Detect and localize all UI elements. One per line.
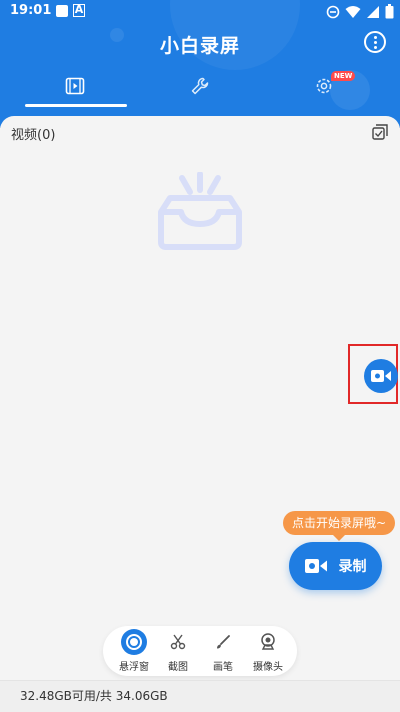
- empty-inbox-icon: [158, 172, 242, 250]
- tool-label: 截图: [168, 662, 188, 673]
- tab-tools[interactable]: [133, 64, 266, 108]
- more-options-button[interactable]: [364, 31, 386, 53]
- tool-brush[interactable]: 画笔: [200, 626, 246, 676]
- new-badge: NEW: [331, 71, 356, 81]
- floating-record-button[interactable]: [364, 359, 398, 393]
- tool-floating-window[interactable]: 悬浮窗: [111, 626, 157, 676]
- tab-bar: NEW: [0, 64, 400, 108]
- storage-info: 32.48GB可用/共 34.06GB: [0, 680, 400, 712]
- tab-settings[interactable]: NEW: [257, 64, 390, 108]
- record-hint-tooltip: 点击开始录屏哦~: [283, 511, 396, 541]
- camera-video-icon: [304, 559, 327, 573]
- tool-label: 悬浮窗: [119, 662, 149, 673]
- multi-select-icon[interactable]: [372, 124, 388, 140]
- app-title: 小白录屏: [159, 35, 240, 57]
- status-bar: 19:01 A: [0, 0, 400, 24]
- wrench-icon: [191, 77, 208, 95]
- camera-icon: [261, 633, 275, 650]
- app-header: 19:01 A 小白录屏 NEW: [0, 0, 400, 128]
- wifi-icon: [345, 5, 361, 18]
- dot-icon: [374, 46, 377, 49]
- bottom-toolbar: 悬浮窗 截图 画笔 摄像头: [103, 626, 297, 676]
- signal-icon: [367, 5, 379, 18]
- status-time: 19:01: [10, 3, 52, 18]
- dot-icon: [374, 41, 377, 44]
- brush-icon: [217, 635, 230, 649]
- do-not-disturb-icon: [326, 5, 340, 18]
- record-label: 录制: [338, 559, 367, 575]
- battery-icon: [385, 4, 394, 19]
- scissors-icon: [170, 634, 186, 650]
- dot-icon: [374, 36, 377, 39]
- floating-window-icon: [121, 629, 147, 655]
- notification-letter-icon: A: [73, 3, 85, 17]
- notification-square-icon: [56, 5, 68, 17]
- camera-video-icon: [371, 370, 391, 382]
- tab-videos[interactable]: [8, 64, 141, 108]
- tab-selected-indicator: [25, 104, 127, 107]
- video-icon: [65, 77, 84, 95]
- record-button[interactable]: 录制: [289, 542, 382, 590]
- tool-label: 画笔: [213, 662, 233, 673]
- video-count-label: 视频(0): [11, 128, 56, 143]
- tool-camera[interactable]: 摄像头: [245, 626, 291, 676]
- tool-label: 摄像头: [253, 662, 283, 673]
- tool-screenshot[interactable]: 截图: [155, 626, 201, 676]
